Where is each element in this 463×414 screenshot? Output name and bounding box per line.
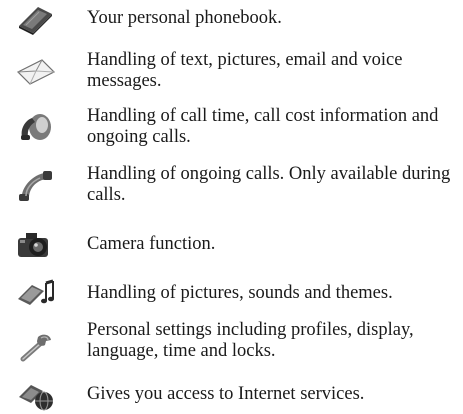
media-icon xyxy=(16,277,56,309)
call-info-icon xyxy=(16,110,56,142)
camera-icon xyxy=(16,228,56,260)
list-item-text: Gives you access to Internet services. xyxy=(87,384,365,404)
internet-icon xyxy=(16,380,56,412)
list-item-text: Personal settings including profiles, di… xyxy=(87,320,414,361)
list-item-text: Your personal phonebook. xyxy=(87,8,282,28)
wrench-icon xyxy=(16,332,56,364)
phonebook-icon xyxy=(16,4,56,36)
phone-handset-icon xyxy=(16,170,56,202)
envelope-icon xyxy=(16,56,56,88)
list-item-text: Handling of ongoing calls. Only availabl… xyxy=(87,164,451,205)
list-item-text: Handling of text, pictures, email and vo… xyxy=(87,50,403,91)
list-item-text: Handling of pictures, sounds and themes. xyxy=(87,283,393,303)
list-item-text: Handling of call time, call cost informa… xyxy=(87,106,439,147)
list-item-text: Camera function. xyxy=(87,234,216,254)
